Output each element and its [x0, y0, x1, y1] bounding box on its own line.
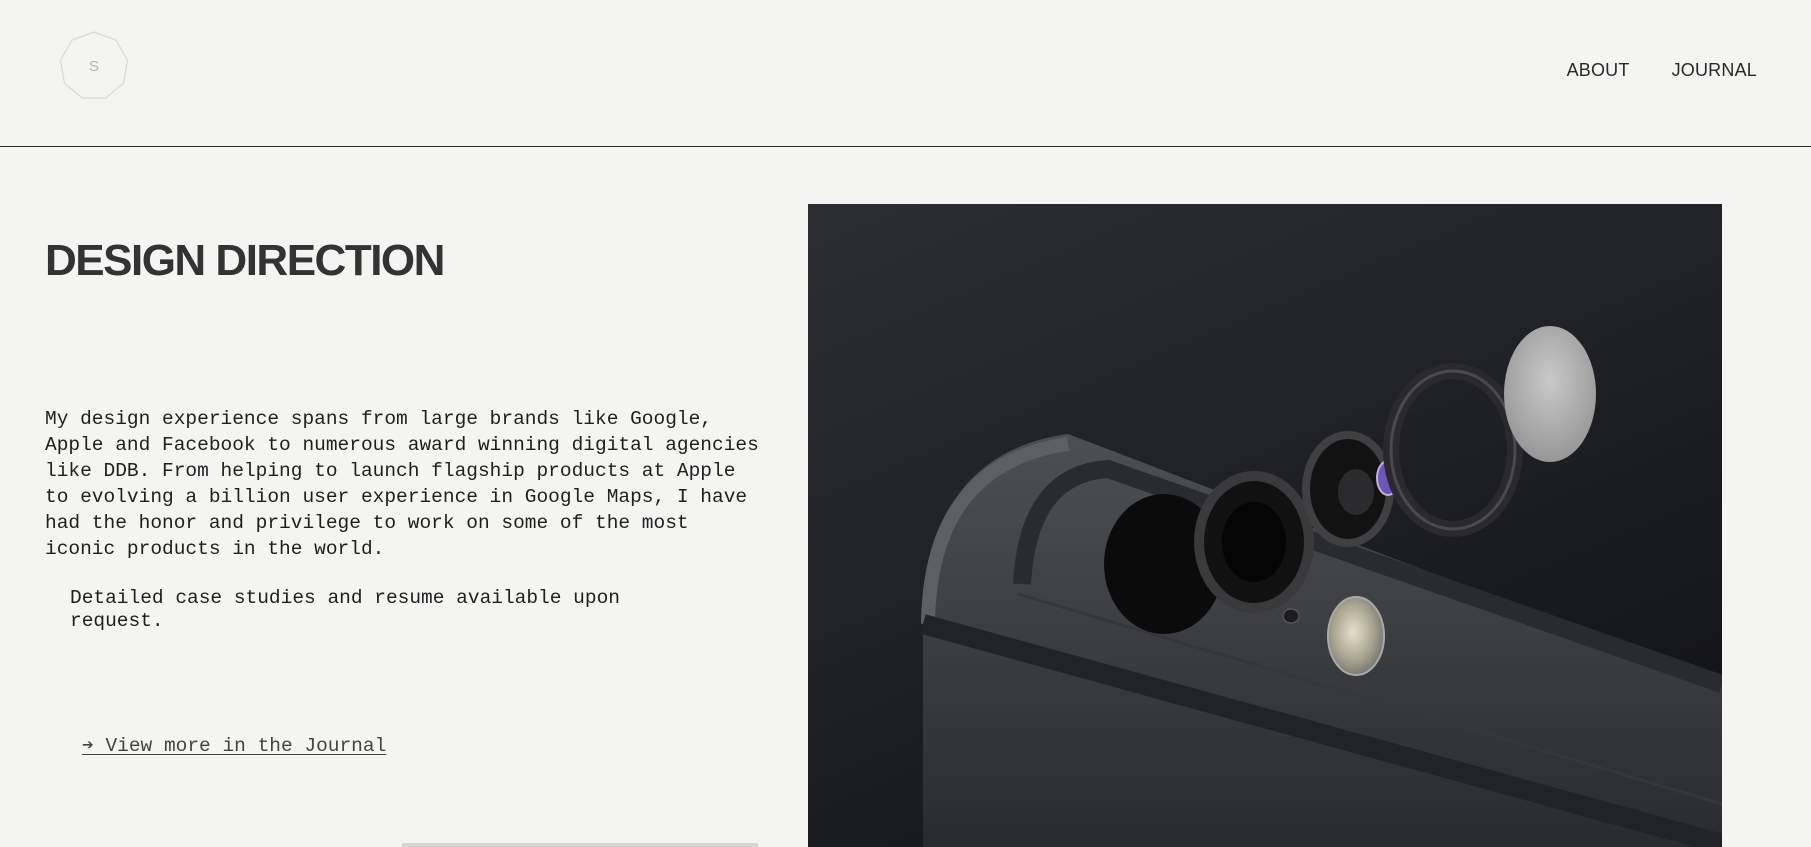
logo-link[interactable]: S — [59, 31, 129, 101]
intro-paragraph: My design experience spans from large br… — [45, 408, 759, 560]
exploded-camera-photo-icon — [808, 204, 1722, 847]
nav-about-link[interactable]: ABOUT — [1567, 60, 1630, 81]
site-header: S ABOUT JOURNAL — [0, 0, 1811, 147]
view-journal-link[interactable]: ➔ View more in the Journal — [82, 733, 386, 757]
scroll-indicator — [402, 843, 758, 847]
case-studies-note: Detailed case studies and resume availab… — [70, 587, 620, 632]
nav-journal-link[interactable]: JOURNAL — [1672, 60, 1757, 81]
main-nav: ABOUT JOURNAL — [1567, 60, 1757, 81]
hero-image — [808, 204, 1722, 847]
logo-letter: S — [88, 57, 99, 75]
page-title: DESIGN DIRECTION — [45, 236, 445, 285]
